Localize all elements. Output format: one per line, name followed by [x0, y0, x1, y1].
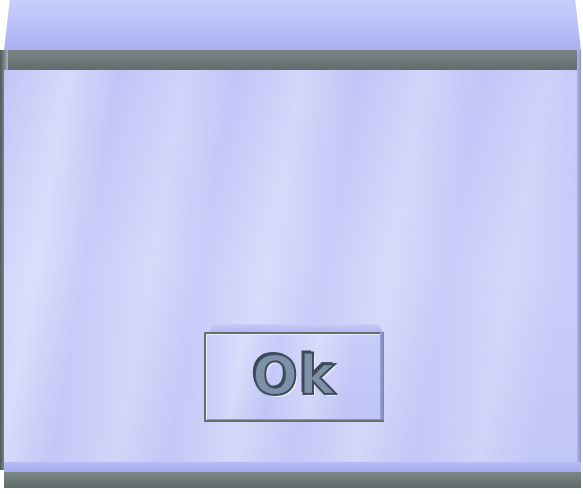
- dialog-window: Ok: [0, 0, 583, 494]
- ok-button-side-shade: [380, 332, 384, 420]
- ok-button-label: Ok: [251, 344, 336, 407]
- dialog-right-edge: [577, 50, 581, 470]
- ok-button-face[interactable]: Ok: [204, 332, 384, 422]
- dialog-top-bevel: [4, 0, 581, 50]
- dialog-top-shadow: [4, 50, 581, 70]
- dialog-bottom-shadow: [4, 472, 581, 488]
- dialog-bottom-bevel: [4, 462, 581, 472]
- ok-button[interactable]: Ok: [204, 324, 384, 422]
